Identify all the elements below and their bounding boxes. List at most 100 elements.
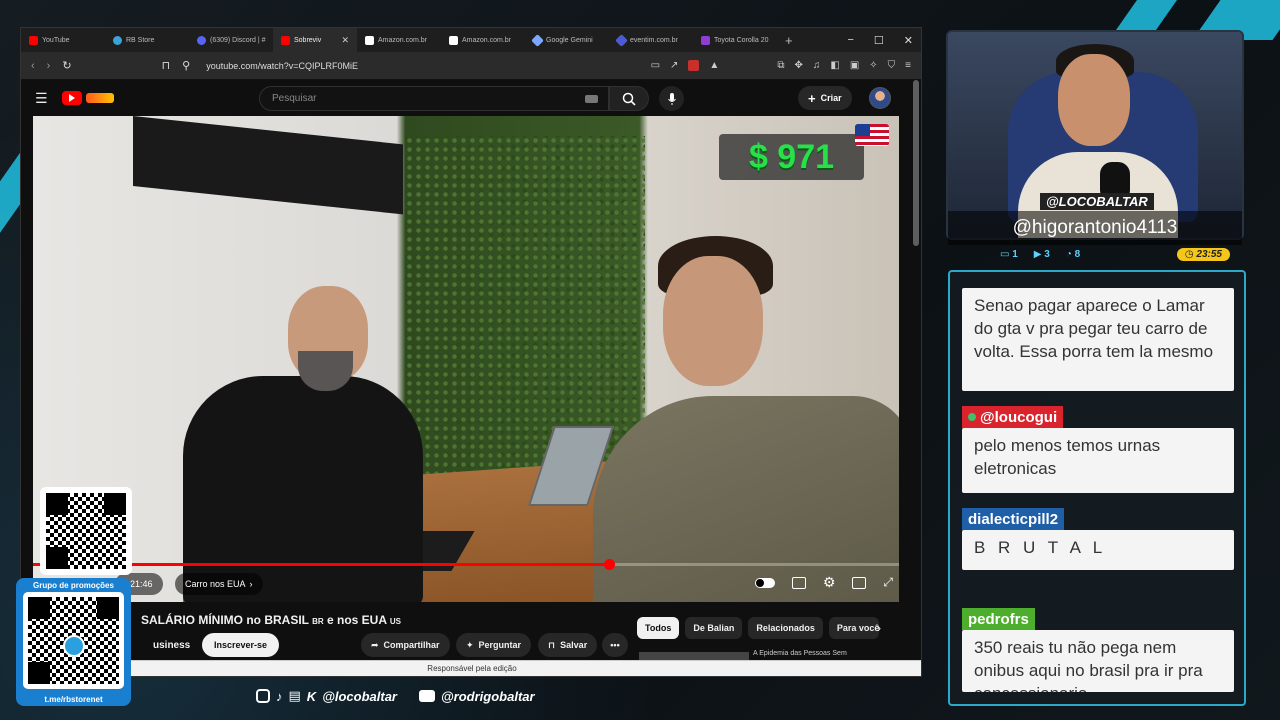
rewards-icon[interactable]: ▲ — [709, 60, 719, 71]
recommendation-chips: Todos De Balian Relacionados Para você — [637, 617, 879, 639]
chevron-right-icon: › — [249, 579, 253, 589]
video-count: ▶ 3 — [1033, 248, 1050, 260]
close-window-icon[interactable]: ✕ — [904, 34, 913, 47]
close-tab-icon[interactable]: ✕ — [341, 35, 349, 46]
tab-label: Google Gemini — [546, 36, 593, 44]
status-bar: Responsável pela edição — [21, 660, 921, 676]
new-tab-button[interactable]: + — [777, 33, 801, 48]
fullscreen-icon[interactable]: ⤢ — [883, 575, 893, 590]
back-icon[interactable]: ‹ — [31, 60, 35, 72]
qr-label: Grupo de promoções — [33, 581, 114, 590]
instagram-icon — [256, 689, 270, 703]
qr-url: t.me/rbstorenet — [44, 695, 103, 704]
settings-gear-icon[interactable]: ⚙ — [823, 574, 836, 591]
create-button[interactable]: + Criar — [798, 86, 852, 110]
tab-label: (6309) Discord | # — [210, 36, 266, 44]
bookmark-icon[interactable]: ⊓ — [162, 59, 171, 72]
music-icon[interactable]: ♫ — [813, 60, 821, 71]
search-icon — [622, 92, 636, 106]
leo-icon[interactable]: ✧ — [869, 60, 877, 71]
extensions-icon[interactable]: ⧉ — [777, 60, 784, 71]
youtube-icon — [29, 35, 38, 45]
share-button[interactable]: ➦ Compartilhar — [361, 633, 450, 657]
browser-tab[interactable]: (6309) Discord | # — [189, 28, 273, 52]
video-person-right — [553, 236, 899, 602]
miniplayer-icon[interactable] — [852, 576, 867, 589]
youtube-icon — [281, 35, 290, 45]
share-icon[interactable]: ↗ — [670, 60, 678, 71]
chips-next-icon[interactable]: › — [877, 621, 881, 635]
account-avatar[interactable] — [869, 87, 891, 109]
keyboard-icon[interactable] — [585, 95, 598, 103]
subscribe-button[interactable]: Inscrever-se — [202, 633, 280, 657]
progress-scrubber[interactable] — [603, 559, 615, 570]
wallet-icon[interactable]: ▣ — [850, 60, 859, 71]
chip-related[interactable]: Relacionados — [748, 617, 823, 639]
amazon-icon — [365, 35, 374, 45]
vpn-icon[interactable]: ⛉ — [888, 60, 896, 71]
tab-label: Toyota Corolla 20 — [714, 36, 769, 44]
reload-icon[interactable]: ↻ — [62, 59, 71, 72]
page-scrollbar[interactable] — [913, 80, 919, 246]
video-title-main: SALÁRIO MÍNIMO no BRASIL — [141, 613, 313, 627]
browser-tab[interactable]: Amazon.com.br — [357, 28, 441, 52]
chapter-button[interactable]: Carro nos EUA › — [175, 573, 263, 595]
telegram-icon — [63, 635, 85, 657]
price-value: $ 971 — [748, 137, 835, 176]
kick-icon: K — [306, 688, 317, 704]
tab-label: RB Store — [126, 36, 155, 44]
channel-name[interactable]: usiness — [153, 640, 190, 651]
social-handle-1: @locobaltar — [322, 688, 397, 704]
gemini-icon — [531, 33, 544, 47]
video-player[interactable]: $ 971 — [33, 116, 899, 602]
streamer-tag: @LOCOBALTAR — [1040, 193, 1154, 210]
minimize-icon[interactable]: − — [847, 34, 853, 46]
url-field[interactable]: youtube.com/watch?v=CQIPLRF0MiE — [206, 61, 358, 71]
stream-stats: ▭ 1 ▶ 3 ◔ 8 ◷ 23:55 — [948, 245, 1242, 263]
browser-tab[interactable]: eventim.com.br — [609, 28, 693, 52]
chat-message: B R U T A L — [962, 530, 1234, 570]
youtube-header: ☰ Pesquisar + Criar — [21, 80, 921, 116]
autoplay-toggle[interactable] — [754, 577, 775, 588]
chat-message: 350 reais tu não pega nem onibus aqui no… — [962, 630, 1234, 692]
browser-tab-active[interactable]: Sobreviv ✕ — [273, 28, 357, 52]
youtube-logo-icon[interactable] — [61, 91, 82, 105]
chat-message: pelo menos temos urnas eletronicas — [962, 428, 1234, 493]
promo-qr-panel: Grupo de promoções t.me/rbstorenet — [16, 578, 131, 706]
chapter-title: Carro nos EUA — [185, 579, 246, 589]
ask-button[interactable]: ✦ Perguntar — [456, 633, 532, 657]
youtube-icon — [419, 690, 435, 702]
chip-all[interactable]: Todos — [637, 617, 680, 639]
more-actions-button[interactable]: ••• — [602, 633, 628, 657]
doodle-logo — [85, 93, 114, 103]
browser-tab[interactable]: Toyota Corolla 20 — [693, 28, 777, 52]
search-button[interactable] — [609, 86, 649, 111]
us-flag-icon — [855, 124, 889, 146]
ask-label: Perguntar — [478, 640, 522, 650]
puzzle-icon[interactable]: ✥ — [794, 60, 802, 71]
subtitles-icon[interactable] — [791, 576, 806, 589]
brave-shield-icon[interactable] — [688, 60, 700, 71]
forward-icon[interactable]: › — [47, 60, 51, 72]
hamburger-menu-icon[interactable]: ☰ — [35, 90, 48, 107]
browser-tab[interactable]: Google Gemini — [525, 28, 609, 52]
menu-icon[interactable]: ≡ — [905, 60, 911, 71]
video-title-us: US — [389, 617, 402, 626]
video-title-br: BR — [312, 617, 324, 626]
browser-tab[interactable]: YouTube — [21, 28, 105, 52]
cast-icon[interactable]: ▭ — [651, 60, 660, 71]
save-button[interactable]: ⊓ Salvar — [538, 633, 598, 657]
create-label: Criar — [820, 93, 842, 103]
video-progress-bar[interactable] — [33, 559, 899, 570]
chip-from-channel[interactable]: De Balian — [685, 617, 743, 639]
maximize-icon[interactable]: ☐ — [874, 34, 884, 47]
voice-search-button[interactable] — [659, 86, 684, 111]
sidebar-icon[interactable]: ◧ — [830, 60, 839, 71]
chip-for-you[interactable]: Para você — [828, 617, 879, 639]
site-settings-icon[interactable]: ⚲ — [182, 59, 190, 72]
browser-tab[interactable]: Amazon.com.br — [441, 28, 525, 52]
search-input[interactable]: Pesquisar — [259, 86, 609, 111]
recommended-title[interactable]: A Epidemia das Pessoas Sem — [753, 650, 847, 657]
olx-icon — [701, 35, 710, 45]
browser-tab[interactable]: RB Store — [105, 28, 189, 52]
